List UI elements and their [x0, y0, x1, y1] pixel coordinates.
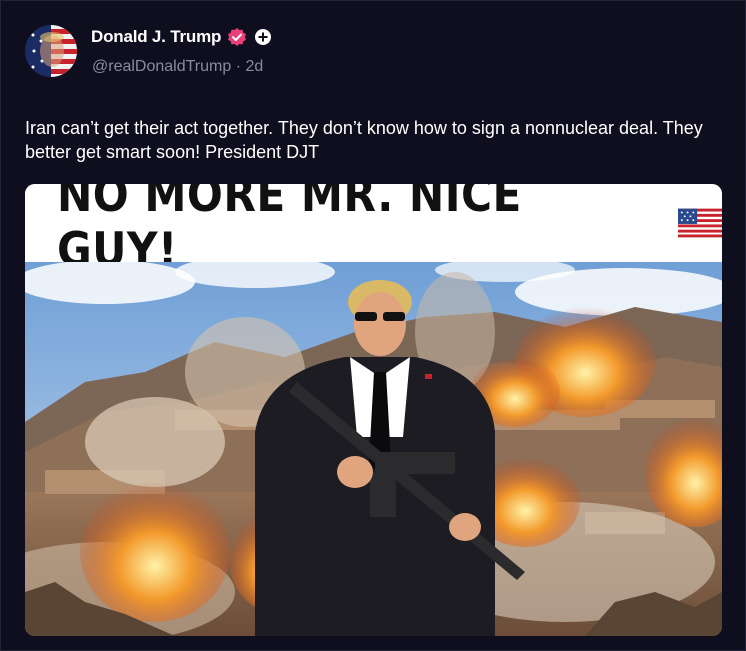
author-handle[interactable]: @realDonaldTrump — [92, 58, 231, 75]
post-text: Iran can’t get their act together. They … — [25, 118, 703, 162]
author-name-row: Donald J. Trump — [91, 27, 272, 47]
us-flag-icon — [677, 208, 722, 238]
verified-check-icon — [228, 28, 247, 46]
post-container: Donald J. Trump @realDonaldTrump · 2d Ir… — [0, 0, 746, 651]
author-display-name[interactable]: Donald J. Trump — [91, 27, 221, 47]
avatar-image — [25, 25, 77, 77]
plus-badge-icon — [255, 29, 272, 45]
meta-separator: · — [235, 58, 242, 75]
post-media[interactable]: NO MORE MR. NICE GUY! — [25, 184, 722, 636]
media-headline-bar: NO MORE MR. NICE GUY! — [25, 184, 722, 278]
post-age[interactable]: 2d — [246, 58, 264, 75]
author-meta: @realDonaldTrump · 2d — [92, 58, 263, 76]
media-image — [25, 262, 722, 636]
avatar[interactable] — [25, 25, 77, 77]
